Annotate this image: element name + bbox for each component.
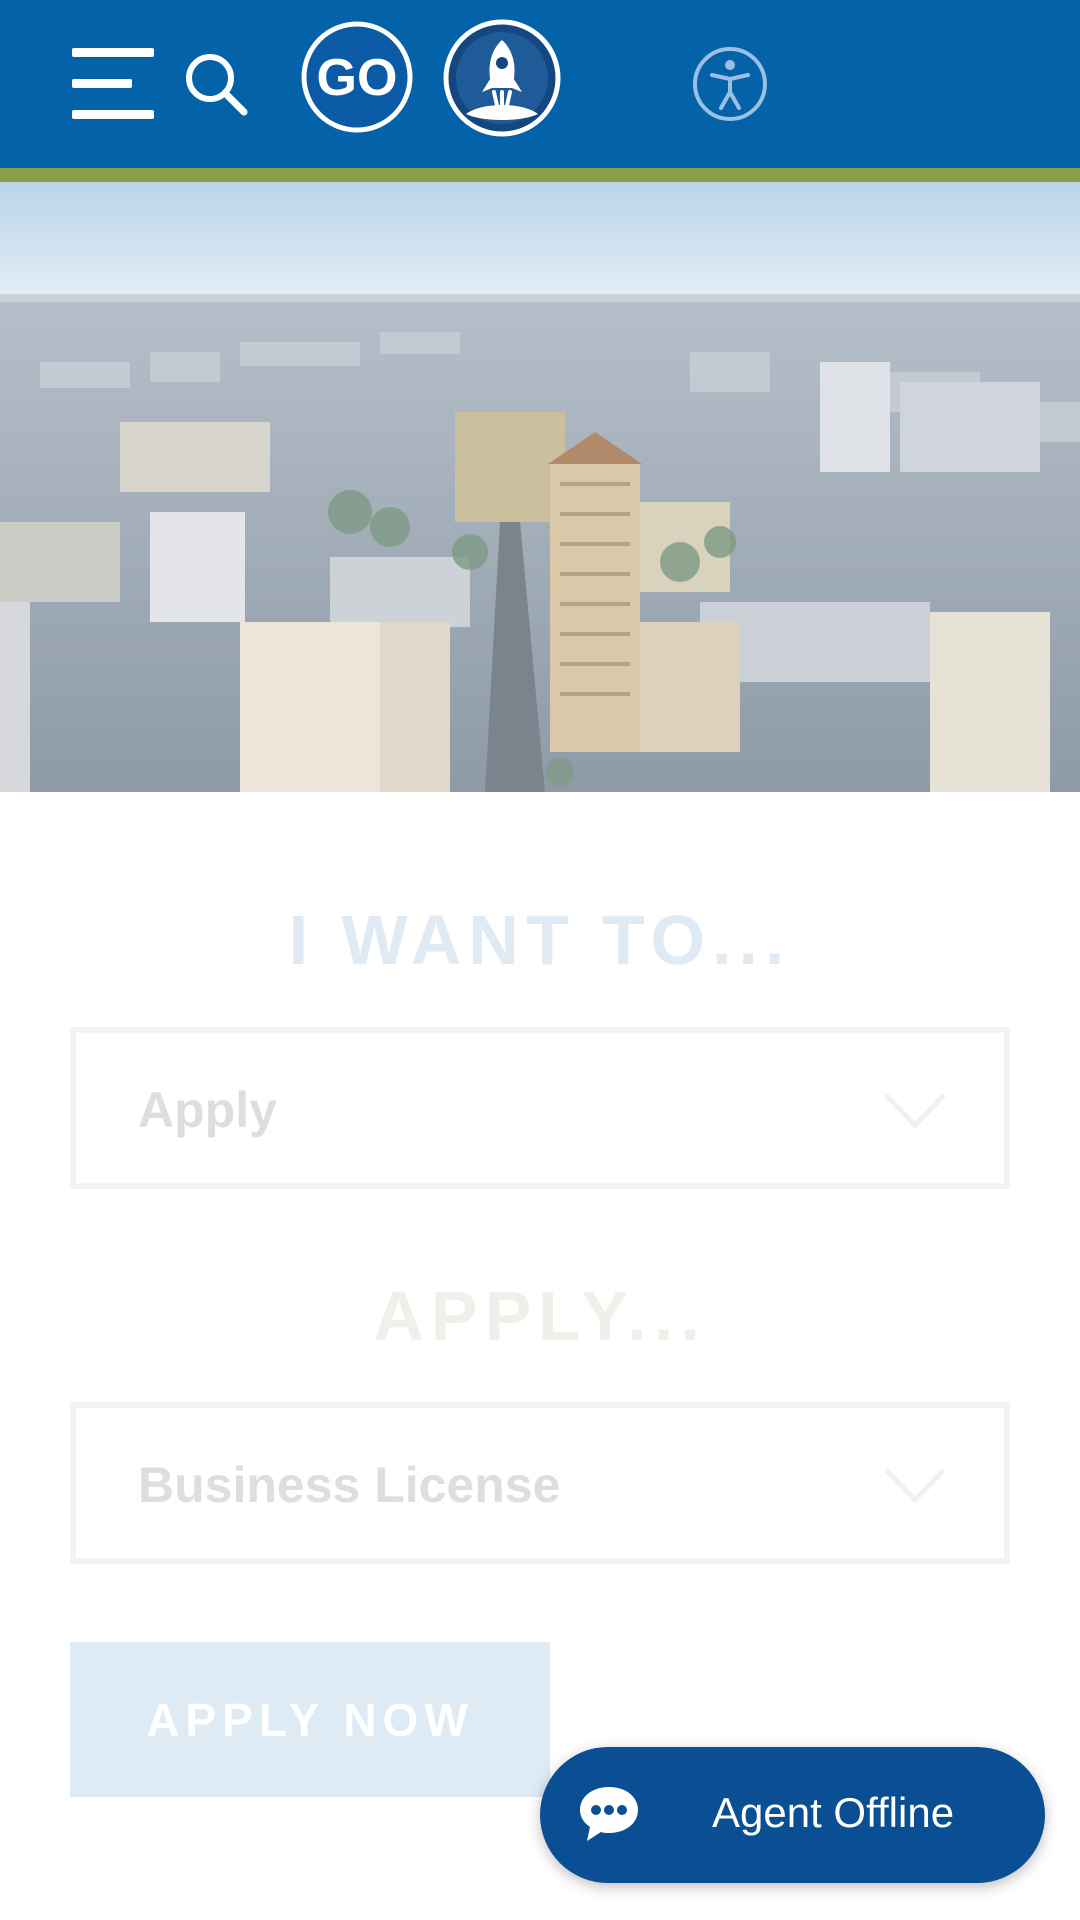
header-accent-stripe	[0, 168, 1080, 182]
chevron-down-icon	[884, 1093, 946, 1129]
search-icon[interactable]	[184, 52, 250, 118]
i-want-to-select[interactable]: Apply	[70, 1027, 1010, 1189]
i-want-to-selected-value: Apply	[138, 1082, 277, 1138]
i-want-to-heading: I WANT TO...	[288, 901, 792, 979]
logo-text: GO	[317, 49, 398, 107]
apply-heading: APPLY...	[373, 1277, 707, 1355]
apply-selected-value: Business License	[138, 1457, 561, 1513]
chat-bubble-icon	[580, 1787, 638, 1841]
chevron-down-icon	[884, 1468, 946, 1504]
apply-now-button[interactable]: APPLY NOW	[70, 1642, 550, 1797]
agent-chat-button[interactable]: Agent Offline	[540, 1747, 1045, 1883]
accessibility-icon[interactable]	[690, 44, 770, 124]
hamburger-menu-icon[interactable]	[70, 46, 158, 122]
agent-status-label: Agent Offline	[712, 1789, 955, 1836]
rocket-logo-icon[interactable]	[442, 18, 562, 138]
top-header: GO	[0, 0, 1080, 168]
hero-aerial-city-image	[0, 182, 1080, 792]
go-logo[interactable]: GO	[300, 20, 414, 134]
apply-select[interactable]: Business License	[70, 1402, 1010, 1564]
